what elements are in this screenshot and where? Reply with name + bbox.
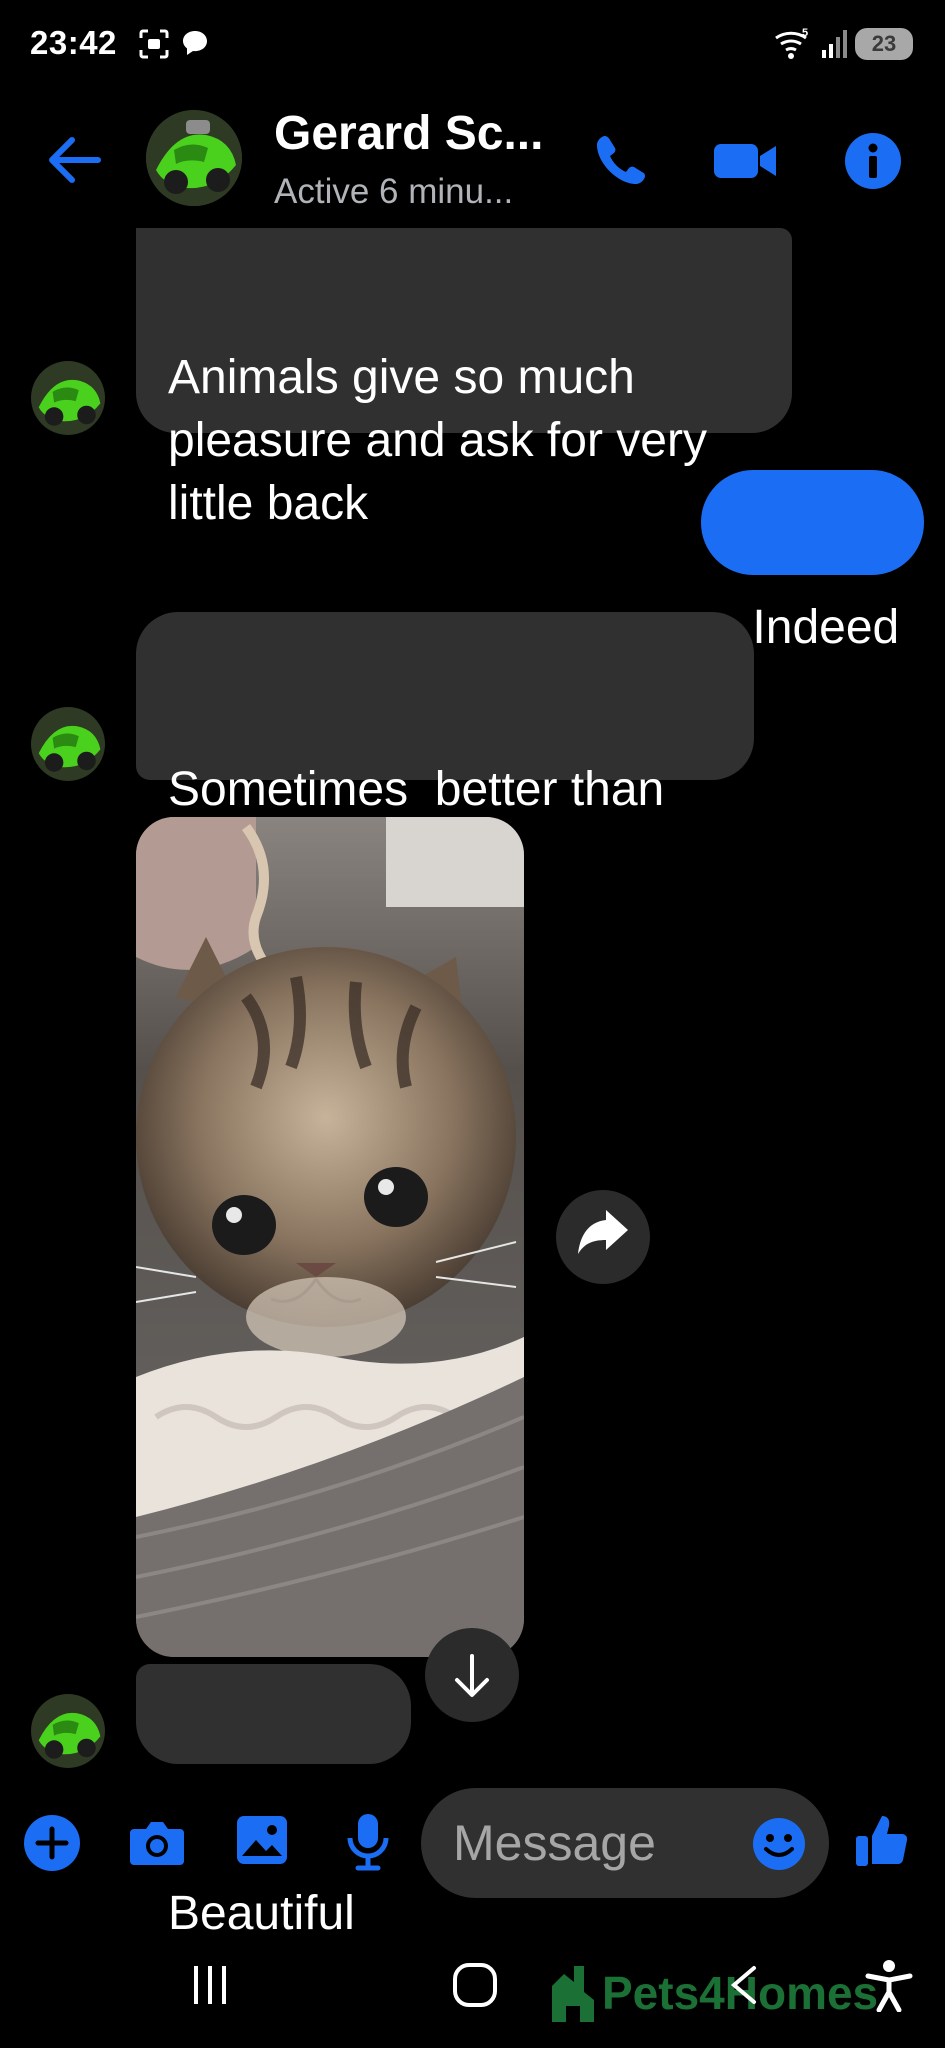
message-text: Indeed (752, 601, 900, 654)
wifi-badge: 5 (802, 27, 808, 39)
message-image-kitten[interactable] (136, 817, 524, 1657)
microphone-icon[interactable] (340, 1810, 396, 1874)
system-navigation-bar: Pets4Homes (0, 1930, 945, 2048)
gallery-icon[interactable] (232, 1810, 292, 1870)
recent-apps-icon[interactable] (188, 1960, 232, 2010)
message-bubble-incoming[interactable]: Animals give so much pleasure and ask fo… (136, 228, 792, 530)
share-arrow-icon (578, 1210, 628, 1254)
contact-active-status: Active 6 minu... (274, 172, 514, 211)
message-bubble-outgoing[interactable]: Indeed (701, 470, 924, 654)
wifi-icon: 5 (775, 27, 808, 59)
message-bubble-incoming[interactable]: Sometimes better than people (136, 612, 754, 879)
phone-icon[interactable] (585, 126, 655, 196)
contact-avatar-small[interactable] (31, 707, 105, 781)
chat-header: Gerard Sc... Active 6 minu... (0, 100, 945, 220)
status-time: 23:42 (30, 24, 117, 61)
screenshot-icon (139, 29, 169, 59)
emoji-icon[interactable] (751, 1816, 807, 1872)
battery-icon: 23 (855, 28, 913, 60)
pets4homes-watermark: Pets4Homes (548, 1958, 878, 2028)
plus-icon[interactable] (22, 1813, 82, 1873)
contact-avatar[interactable] (146, 110, 242, 206)
message-bubble-incoming[interactable]: Beautiful (136, 1664, 411, 1940)
message-input-field[interactable] (421, 1788, 829, 1898)
thumbs-up-icon[interactable] (852, 1810, 912, 1870)
message-text: Animals give so much pleasure and ask fo… (168, 351, 707, 530)
contact-avatar-small[interactable] (31, 361, 105, 435)
home-icon[interactable] (450, 1960, 500, 2010)
share-button[interactable] (556, 1190, 650, 1284)
pets4homes-logo-icon (552, 1966, 594, 2022)
message-input[interactable] (453, 1810, 753, 1876)
camera-icon[interactable] (126, 1813, 188, 1873)
contact-name[interactable]: Gerard Sc... (274, 106, 543, 161)
video-camera-icon[interactable] (710, 126, 780, 196)
signal-icon (822, 30, 847, 58)
contact-avatar-small[interactable] (31, 1694, 105, 1768)
back-icon[interactable] (724, 1960, 764, 2010)
scroll-to-bottom-button[interactable] (425, 1628, 519, 1722)
status-bar: 23:42 5 23 (0, 0, 945, 92)
back-arrow-icon[interactable] (40, 130, 108, 190)
chat-notification-icon (183, 31, 207, 55)
info-icon[interactable] (838, 126, 908, 196)
arrow-down-icon (455, 1654, 489, 1697)
message-composer (0, 1780, 945, 1910)
accessibility-icon[interactable] (864, 1958, 914, 2012)
